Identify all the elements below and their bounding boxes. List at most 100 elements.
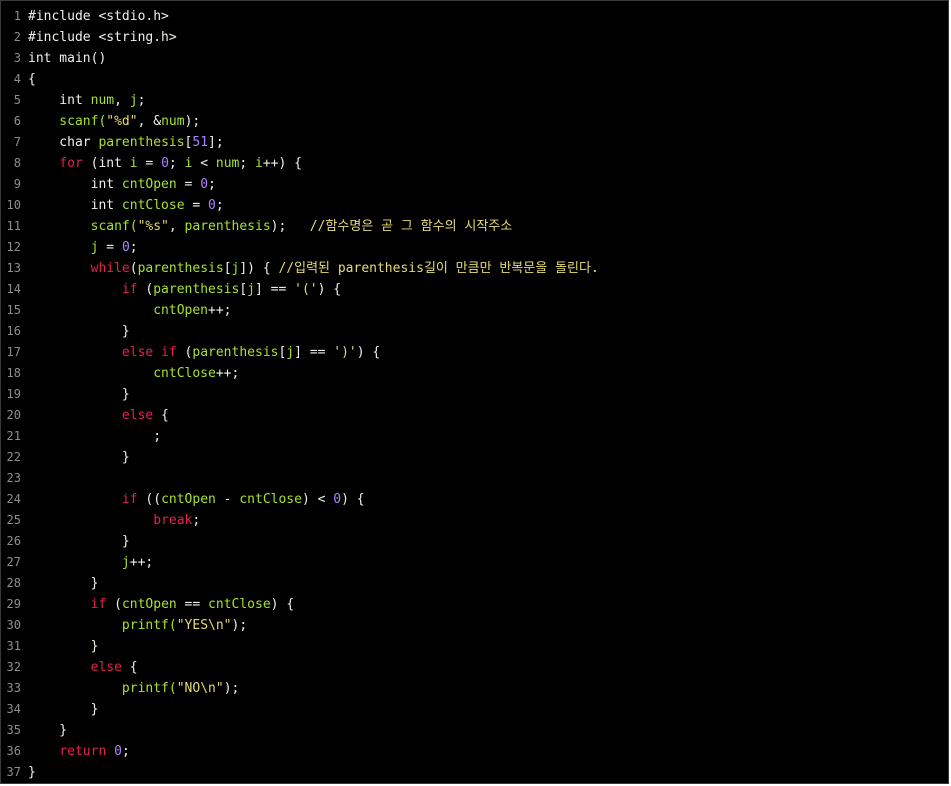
code-line[interactable]: 31 } bbox=[1, 636, 948, 657]
code-token: ')' bbox=[333, 345, 357, 360]
code-token: ) < bbox=[301, 492, 334, 507]
code-line[interactable]: 36 return 0; bbox=[1, 741, 948, 762]
code-line[interactable]: 27 j++; bbox=[1, 552, 948, 573]
code-token: for bbox=[59, 156, 83, 171]
code-token: ]) { bbox=[239, 261, 279, 276]
code-line[interactable]: 12 j = 0; bbox=[1, 237, 948, 258]
code-token: } bbox=[28, 639, 99, 654]
code-line[interactable]: 19 } bbox=[1, 384, 948, 405]
code-line[interactable]: 25 break; bbox=[1, 510, 948, 531]
code-line[interactable]: 26 } bbox=[1, 531, 948, 552]
code-token: } bbox=[28, 765, 36, 780]
code-line[interactable]: 6 scanf("%d", &num); bbox=[1, 111, 948, 132]
line-number: 25 bbox=[6, 513, 21, 527]
code-text: { bbox=[28, 72, 36, 87]
code-token: ; bbox=[208, 177, 216, 192]
code-line[interactable]: 4{ bbox=[1, 69, 948, 90]
code-line[interactable]: 7 char parenthesis[51]; bbox=[1, 132, 948, 153]
code-token: ; bbox=[239, 156, 256, 171]
code-line[interactable]: 15 cntOpen++; bbox=[1, 300, 948, 321]
code-area[interactable]: 1 #include <stdio.h> 2 #include <string.h> 3… bbox=[1, 6, 948, 783]
code-line[interactable]: 34 } bbox=[1, 699, 948, 720]
line-number: 12 bbox=[6, 240, 21, 254]
code-token: "YES\n" bbox=[176, 618, 232, 633]
code-token: return bbox=[59, 744, 107, 759]
code-line[interactable]: 23 bbox=[1, 468, 948, 489]
code-line[interactable]: 21 ; bbox=[1, 426, 948, 447]
code-text: } bbox=[28, 702, 99, 717]
code-line[interactable]: 35 } bbox=[1, 720, 948, 741]
line-number: 22 bbox=[6, 450, 21, 464]
code-token: - bbox=[215, 492, 240, 507]
code-token: ] == bbox=[294, 345, 334, 360]
code-line[interactable]: 24 if ((cntOpen - cntClose) < 0) { bbox=[1, 489, 948, 510]
code-token: j bbox=[129, 93, 138, 108]
code-line[interactable]: 20 else { bbox=[1, 405, 948, 426]
code-token: #include <string.h> bbox=[28, 30, 177, 45]
code-text: scanf("%s", parenthesis); //함수명은 곧 그 함수의… bbox=[28, 219, 513, 234]
code-line[interactable]: 22 } bbox=[1, 447, 948, 468]
code-text: int main() bbox=[28, 51, 106, 66]
code-line[interactable]: 1 #include <stdio.h> bbox=[1, 6, 948, 27]
code-token: = bbox=[98, 240, 122, 255]
code-line[interactable]: 10 int cntClose = 0; bbox=[1, 195, 948, 216]
code-line[interactable]: 37} bbox=[1, 762, 948, 783]
code-token: , bbox=[114, 93, 130, 108]
code-token: parenthesis bbox=[98, 135, 185, 150]
code-token: { bbox=[28, 72, 36, 87]
code-token: 0 bbox=[161, 156, 169, 171]
code-line[interactable]: 30 printf("YES\n"); bbox=[1, 615, 948, 636]
line-number: 17 bbox=[6, 345, 21, 359]
code-line[interactable]: 11 scanf("%s", parenthesis); //함수명은 곧 그 … bbox=[1, 216, 948, 237]
code-line[interactable]: 18 cntClose++; bbox=[1, 363, 948, 384]
code-line[interactable]: 17 else if (parenthesis[j] == ')') { bbox=[1, 342, 948, 363]
line-number: 30 bbox=[6, 618, 21, 632]
code-text: char parenthesis[51]; bbox=[28, 135, 223, 150]
code-text: int cntClose = 0; bbox=[28, 198, 224, 213]
code-line[interactable]: 16 } bbox=[1, 321, 948, 342]
code-token: cntClose bbox=[208, 597, 271, 612]
code-token: if bbox=[121, 492, 138, 507]
code-token: } bbox=[28, 387, 130, 402]
code-editor[interactable]: 1 #include <stdio.h> 2 #include <string.h> 3… bbox=[0, 0, 949, 784]
code-text: } bbox=[28, 387, 130, 402]
line-number: 32 bbox=[6, 660, 21, 674]
code-token: } bbox=[28, 450, 130, 465]
code-line[interactable]: 3 int main() bbox=[1, 48, 948, 69]
line-number: 20 bbox=[6, 408, 21, 422]
code-token: "%s" bbox=[137, 219, 169, 234]
line-number: 31 bbox=[6, 639, 21, 653]
code-line[interactable]: 28 } bbox=[1, 573, 948, 594]
code-line[interactable]: 8 for (int i = 0; i < num; i++) { bbox=[1, 153, 948, 174]
code-text: printf("YES\n"); bbox=[28, 618, 247, 633]
code-text: j = 0; bbox=[28, 240, 138, 255]
code-token: else bbox=[121, 408, 154, 423]
line-number: 18 bbox=[6, 366, 21, 380]
line-number: 11 bbox=[6, 219, 21, 233]
code-line[interactable]: 9 int cntOpen = 0; bbox=[1, 174, 948, 195]
line-number: 19 bbox=[6, 387, 21, 401]
line-number: 24 bbox=[6, 492, 21, 506]
code-line[interactable]: 14 if (parenthesis[j] == '(') { bbox=[1, 279, 948, 300]
code-token: ( bbox=[106, 597, 122, 612]
code-line[interactable]: 32 else { bbox=[1, 657, 948, 678]
code-token: parenthesis bbox=[153, 282, 240, 297]
code-token: ); bbox=[223, 681, 240, 696]
code-line[interactable]: 13 while(parenthesis[j]) { //입력된 parenth… bbox=[1, 258, 948, 279]
code-token: < bbox=[192, 156, 216, 171]
code-line[interactable]: 2 #include <string.h> bbox=[1, 27, 948, 48]
code-token: parenthesis bbox=[192, 345, 279, 360]
code-line[interactable]: 33 printf("NO\n"); bbox=[1, 678, 948, 699]
code-line[interactable]: 29 if (cntOpen == cntClose) { bbox=[1, 594, 948, 615]
code-token: 0 bbox=[208, 198, 216, 213]
code-line[interactable]: 5 int num, j; bbox=[1, 90, 948, 111]
line-number: 36 bbox=[6, 744, 21, 758]
code-token: if bbox=[90, 597, 107, 612]
code-text: if (cntOpen == cntClose) { bbox=[28, 597, 295, 612]
code-token: [ bbox=[223, 261, 232, 276]
code-token: ) { bbox=[270, 597, 295, 612]
